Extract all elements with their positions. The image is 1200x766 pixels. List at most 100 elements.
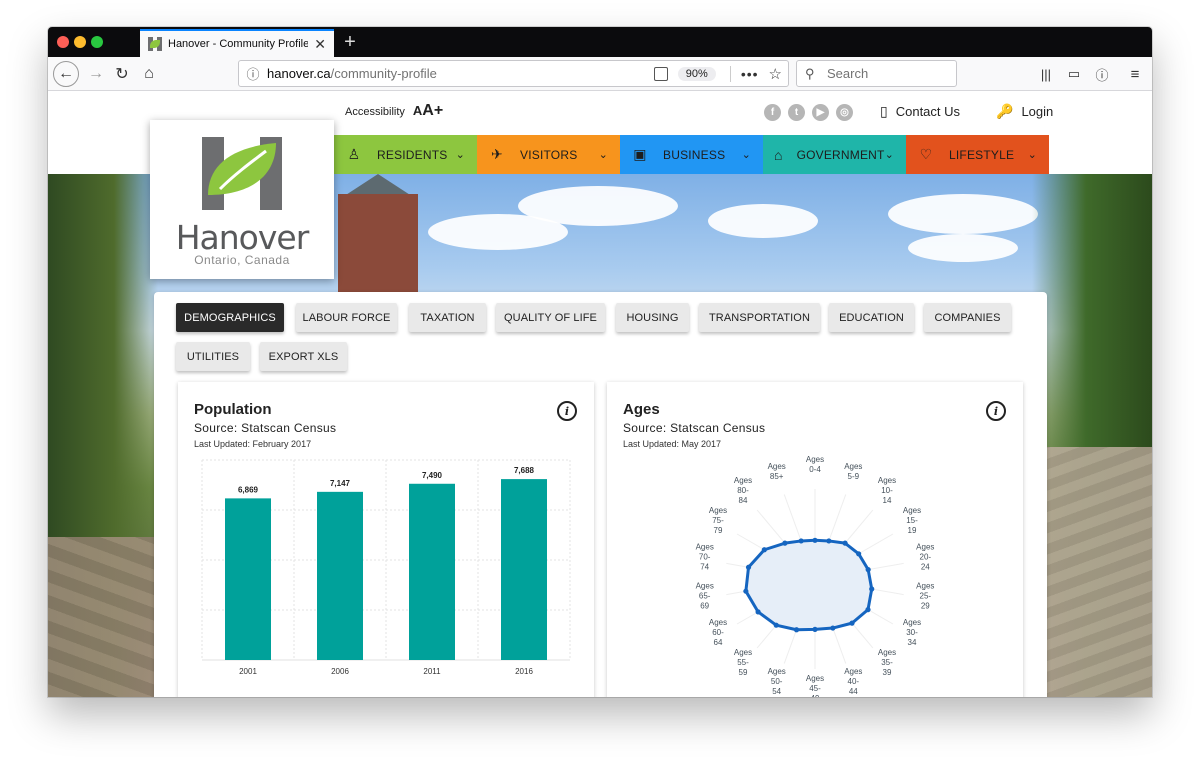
axis-label: Ages 80-84	[734, 476, 752, 505]
maximize-window-button[interactable]	[91, 36, 103, 48]
text-size-large-button[interactable]: A+	[422, 102, 443, 119]
axis-label: Ages 70-74	[696, 543, 714, 572]
axis-label: Ages 10-14	[878, 476, 896, 505]
page-actions-icon[interactable]: •••	[741, 66, 759, 82]
radar-point	[745, 564, 752, 570]
tab-labour-force[interactable]: LABOUR FORCE	[296, 303, 397, 332]
browser-toolbar: ← → ↻ ⌂ ⓘ hanover.ca /community-profile …	[48, 57, 1152, 91]
back-icon[interactable]: ←	[53, 61, 79, 87]
chevron-down-icon: ⌄	[455, 149, 465, 161]
x-tick-label: 2006	[331, 667, 349, 676]
axis-label: Ages 75-79	[709, 506, 727, 535]
axis-label: Ages 20-24	[916, 543, 934, 572]
nav-item-business[interactable]: ▣ BUSINESS ⌄	[620, 135, 763, 174]
nav-label: BUSINESS	[663, 147, 726, 162]
radar-point	[782, 540, 788, 546]
ages-card: Ages Source: Statscan Census Last Update…	[607, 382, 1023, 697]
data-label: 7,490	[422, 471, 443, 480]
forward-icon[interactable]: →	[84, 62, 108, 86]
data-label: 7,688	[514, 466, 535, 475]
nav-item-government[interactable]: ⌂ GOVERNMENT ⌄	[763, 135, 906, 174]
axis-label: Ages 85+	[768, 462, 786, 481]
reader-view-icon[interactable]	[653, 66, 668, 81]
address-bar[interactable]: ⓘ hanover.ca /community-profile 90% ••• …	[238, 60, 789, 87]
youtube-icon[interactable]: ▶	[812, 104, 829, 121]
key-icon: 🔑	[996, 103, 1014, 119]
radar-point	[865, 567, 871, 573]
close-window-button[interactable]	[57, 36, 69, 48]
favicon-icon	[148, 37, 162, 51]
data-label: 7,147	[330, 479, 351, 488]
sidebar-icon[interactable]: ▭	[1064, 64, 1084, 84]
zoom-level[interactable]: 90%	[677, 66, 716, 81]
nav-item-lifestyle[interactable]: ♡ LIFESTYLE ⌄	[906, 135, 1049, 174]
nav-item-visitors[interactable]: ✈ VISITORS ⌄	[477, 135, 620, 174]
search-placeholder: Search	[827, 66, 869, 81]
axis-label: Ages 0-4	[806, 455, 824, 474]
login-link[interactable]: 🔑 Login	[996, 103, 1053, 120]
instagram-icon[interactable]: ◎	[836, 104, 853, 121]
axis-label: Ages 35-39	[878, 648, 896, 677]
axis-label: Ages 60-64	[709, 618, 727, 647]
facebook-icon[interactable]: f	[764, 104, 781, 121]
url-path: /community-profile	[330, 66, 437, 81]
bar	[225, 498, 271, 660]
radar-point	[773, 622, 779, 628]
url-host: hanover.ca	[267, 66, 331, 81]
x-tick-label: 2016	[515, 667, 533, 676]
tab-demographics[interactable]: DEMOGRAPHICS	[176, 303, 284, 332]
radar-point	[798, 538, 804, 544]
population-card: Population Source: Statscan Census Last …	[178, 382, 594, 697]
tab-utilities[interactable]: UTILITIES	[176, 342, 250, 371]
person-icon: ♙	[347, 146, 361, 162]
contact-link[interactable]: ▯ Contact Us	[880, 103, 960, 120]
radar-point	[812, 626, 818, 632]
x-tick-label: 2001	[239, 667, 257, 676]
radar-point	[856, 551, 862, 557]
tab-housing[interactable]: HOUSING	[616, 303, 689, 332]
menu-icon[interactable]: ≡	[1125, 64, 1145, 84]
home-icon[interactable]: ⌂	[137, 62, 161, 86]
nav-label: VISITORS	[520, 147, 578, 162]
main-nav: ♙ RESIDENTS ⌄ ✈ VISITORS ⌄ ▣ BUSINESS ⌄ …	[334, 135, 1049, 174]
extension-icon[interactable]: ⓘ	[1092, 64, 1112, 84]
new-tab-icon[interactable]: +	[340, 30, 360, 54]
axis-label: Ages 50-54	[768, 667, 786, 696]
ages-radar-chart: Ages 0-4 Ages 5-9 Ages 10-14 Ages 15-19 Ages 20-2…	[696, 455, 935, 697]
logo-subtitle: Ontario, Canada	[194, 253, 290, 267]
tab-education[interactable]: EDUCATION	[829, 303, 914, 332]
site-logo[interactable]: Hanover Ontario, Canada	[150, 120, 334, 279]
axis-label: Ages 45-49	[806, 674, 824, 697]
search-icon: ⚲	[805, 65, 815, 81]
radar-point	[869, 586, 875, 592]
bookmark-star-icon[interactable]: ☆	[769, 65, 782, 83]
nav-item-residents[interactable]: ♙ RESIDENTS ⌄	[334, 135, 477, 174]
tab-companies[interactable]: COMPANIES	[924, 303, 1011, 332]
site-info-icon[interactable]: ⓘ	[239, 64, 267, 83]
government-icon: ⌂	[773, 146, 783, 163]
search-input[interactable]: ⚲ Search	[796, 60, 957, 87]
radar-point	[842, 540, 848, 546]
tab-transportation[interactable]: TRANSPORTATION	[699, 303, 820, 332]
text-size-small-button[interactable]: A	[413, 103, 422, 118]
bar	[409, 483, 455, 660]
chevron-down-icon: ⌄	[598, 149, 608, 161]
twitter-icon[interactable]: t	[788, 104, 805, 121]
browser-tab[interactable]: Hanover - Community Profile ✕	[140, 29, 334, 57]
tab-taxation[interactable]: TAXATION	[409, 303, 486, 332]
close-tab-icon[interactable]: ✕	[314, 36, 326, 53]
browser-window: Hanover - Community Profile ✕ + ← → ↻ ⌂ …	[48, 27, 1152, 697]
axis-label: Ages 40-44	[844, 667, 862, 696]
radar-point	[812, 537, 818, 543]
export-xls-button[interactable]: EXPORT XLS	[260, 342, 347, 371]
data-label: 6,869	[238, 485, 259, 494]
axis-label: Ages 25-29	[916, 581, 934, 610]
contact-label: Contact Us	[895, 104, 961, 119]
library-icon[interactable]: |||	[1036, 64, 1056, 84]
tab-quality-of-life[interactable]: QUALITY OF LIFE	[496, 303, 605, 332]
reload-icon[interactable]: ↻	[110, 62, 134, 86]
radar-point	[865, 607, 871, 613]
accessibility-label: Accessibility	[345, 106, 405, 118]
radar-point	[830, 625, 836, 631]
minimize-window-button[interactable]	[74, 36, 86, 48]
